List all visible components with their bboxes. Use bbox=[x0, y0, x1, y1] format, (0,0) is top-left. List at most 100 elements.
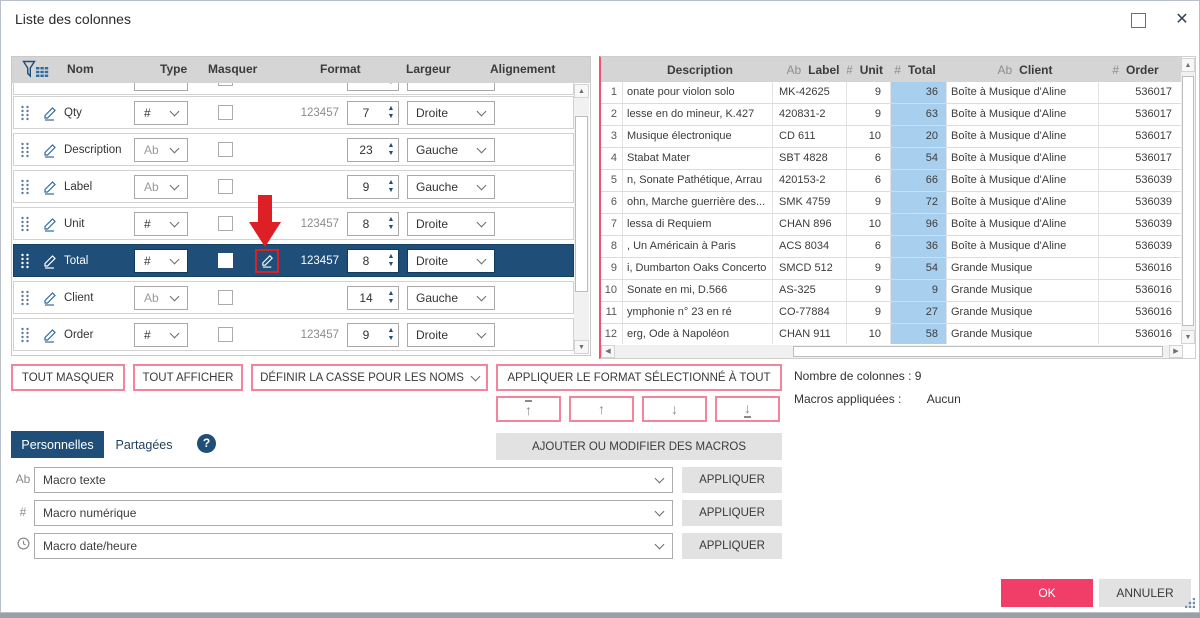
column-row[interactable]: Unit # 123457 8 ▲ ▼ Droite bbox=[13, 207, 574, 240]
spinner-down-icon[interactable]: ▼ bbox=[388, 187, 395, 195]
grid-row[interactable]: 2 lesse en do mineur, K.427 420831-2 9 63 Bo… bbox=[601, 104, 1182, 126]
type-select[interactable]: # bbox=[134, 248, 188, 273]
spinner-up-icon[interactable]: ▲ bbox=[388, 179, 395, 187]
scroll-up-icon[interactable]: ▲ bbox=[574, 84, 589, 98]
spinner-up-icon[interactable]: ▲ bbox=[388, 253, 395, 261]
show-all-button[interactable]: TOUT AFFICHER bbox=[133, 364, 243, 391]
tab-personnelles[interactable]: Personnelles bbox=[11, 431, 104, 458]
alignment-select[interactable]: Droite bbox=[407, 100, 495, 125]
move-up-button[interactable]: ↑ bbox=[569, 396, 634, 422]
alignment-select[interactable]: Droite bbox=[407, 211, 495, 236]
grid-row[interactable]: 9 i, Dumbarton Oaks Concerto SMCD 512 9 54 G… bbox=[601, 258, 1182, 280]
grid-row[interactable]: 11 ymphonie n° 23 en ré CO-77884 9 27 Grande… bbox=[601, 302, 1182, 324]
scroll-down-icon[interactable]: ▼ bbox=[574, 340, 589, 354]
edit-name-icon[interactable] bbox=[42, 327, 58, 343]
alignment-select[interactable]: Gauche bbox=[407, 174, 495, 199]
move-down-button[interactable]: ↓ bbox=[642, 396, 707, 422]
drag-handle-icon[interactable] bbox=[20, 179, 32, 195]
ok-button[interactable]: OK bbox=[1001, 579, 1093, 607]
type-select[interactable]: # bbox=[134, 322, 188, 347]
edit-name-icon[interactable] bbox=[42, 290, 58, 306]
width-stepper[interactable]: 23 ▲ ▼ bbox=[347, 137, 399, 162]
spinner-down-icon[interactable]: ▼ bbox=[388, 224, 395, 232]
scroll-down-icon[interactable]: ▼ bbox=[1181, 330, 1195, 344]
spinner-down-icon[interactable]: ▼ bbox=[388, 150, 395, 158]
add-or-edit-macros-button[interactable]: AJOUTER OU MODIFIER DES MACROS bbox=[496, 433, 782, 460]
masquer-checkbox[interactable] bbox=[218, 290, 233, 305]
spinner-up-icon[interactable]: ▲ bbox=[388, 216, 395, 224]
spinner-down-icon[interactable]: ▼ bbox=[388, 335, 395, 343]
alignment-select[interactable]: Droite bbox=[407, 248, 495, 273]
spinner-down-icon[interactable]: ▼ bbox=[388, 298, 395, 306]
cancel-button[interactable]: ANNULER bbox=[1099, 579, 1191, 607]
grid-hscrollbar[interactable]: ◀ ▶ bbox=[601, 345, 1183, 358]
width-stepper[interactable]: 9 ▲ ▼ bbox=[347, 322, 399, 347]
type-select[interactable]: Ab bbox=[134, 174, 188, 199]
grid-row[interactable]: 4 Stabat Mater SBT 4828 6 54 Boîte à Musique… bbox=[601, 148, 1182, 170]
drag-handle-icon[interactable] bbox=[20, 290, 32, 306]
width-stepper[interactable]: 14 ▲ ▼ bbox=[347, 285, 399, 310]
resize-grip[interactable] bbox=[1185, 598, 1195, 608]
grid-row[interactable]: 5 n, Sonate Pathétique, Arrau 420153-2 6 66… bbox=[601, 170, 1182, 192]
filter-columns-icon[interactable] bbox=[22, 60, 50, 85]
spinner-up-icon[interactable]: ▲ bbox=[388, 327, 395, 335]
grid-vscrollbar[interactable]: ▲ ▼ bbox=[1181, 58, 1195, 344]
drag-handle-icon[interactable] bbox=[20, 142, 32, 158]
masquer-checkbox[interactable] bbox=[218, 105, 233, 120]
set-case-dropdown-button[interactable]: DÉFINIR LA CASSE POUR LES NOMS bbox=[251, 364, 488, 391]
hide-all-button[interactable]: TOUT MASQUER bbox=[11, 364, 125, 391]
drag-handle-icon[interactable] bbox=[20, 105, 32, 121]
width-stepper[interactable]: 9 ▲ ▼ bbox=[347, 174, 399, 199]
type-select[interactable]: # bbox=[134, 100, 188, 125]
tab-partagees[interactable]: Partagées bbox=[104, 431, 184, 458]
annotated-edit-icon[interactable] bbox=[255, 248, 279, 273]
apply-numeric-macro-button[interactable]: APPLIQUER bbox=[682, 500, 782, 526]
macro-numerique-select[interactable]: Macro numérique bbox=[34, 500, 673, 526]
scrollbar-thumb[interactable] bbox=[793, 346, 1163, 357]
alignment-select[interactable]: Droite bbox=[407, 322, 495, 347]
macro-dateheure-select[interactable]: Macro date/heure bbox=[34, 533, 673, 559]
edit-name-icon[interactable] bbox=[42, 253, 58, 269]
type-select[interactable]: Ab bbox=[134, 137, 188, 162]
width-stepper[interactable]: 7 ▲ ▼ bbox=[347, 100, 399, 125]
edit-name-icon[interactable] bbox=[42, 142, 58, 158]
edit-name-icon[interactable] bbox=[42, 179, 58, 195]
move-to-bottom-button[interactable]: ↓ bbox=[715, 396, 780, 422]
masquer-checkbox[interactable] bbox=[218, 327, 233, 342]
column-row[interactable]: Qty # 123457 7 ▲ ▼ Droite bbox=[13, 96, 574, 129]
grid-row[interactable]: 10 Sonate en mi, D.566 AS-325 9 9 Grande Mus… bbox=[601, 280, 1182, 302]
grid-row[interactable]: 7 lessa di Requiem CHAN 896 10 96 Boîte à Mu… bbox=[601, 214, 1182, 236]
help-icon[interactable]: ? bbox=[197, 434, 216, 453]
type-select[interactable]: # bbox=[134, 211, 188, 236]
spinner-down-icon[interactable]: ▼ bbox=[388, 113, 395, 121]
spinner-down-icon[interactable]: ▼ bbox=[388, 261, 395, 269]
spinner-up-icon[interactable]: ▲ bbox=[388, 142, 395, 150]
close-icon[interactable]: ✕ bbox=[1173, 12, 1191, 28]
scroll-right-icon[interactable]: ▶ bbox=[1169, 345, 1183, 358]
masquer-checkbox[interactable] bbox=[218, 253, 233, 268]
drag-handle-icon[interactable] bbox=[20, 327, 32, 343]
column-row[interactable]: Label Ab 9 ▲ ▼ Gauche bbox=[13, 170, 574, 203]
apply-text-macro-button[interactable]: APPLIQUER bbox=[682, 467, 782, 493]
column-row[interactable]: Order # 123457 9 ▲ ▼ Droite bbox=[13, 318, 574, 351]
edit-name-icon[interactable] bbox=[42, 105, 58, 121]
spinner-up-icon[interactable]: ▲ bbox=[388, 105, 395, 113]
grid-row[interactable]: 1 onate pour violon solo MK-42625 9 36 Boîte… bbox=[601, 82, 1182, 104]
type-select[interactable]: Ab bbox=[134, 285, 188, 310]
maximize-icon[interactable] bbox=[1131, 13, 1146, 28]
width-stepper[interactable]: 8 ▲ ▼ bbox=[347, 211, 399, 236]
grid-row[interactable]: 3 Musique électronique CD 611 10 20 Boîte à … bbox=[601, 126, 1182, 148]
edit-name-icon[interactable] bbox=[42, 216, 58, 232]
width-stepper[interactable]: 8 ▲ ▼ bbox=[347, 248, 399, 273]
spinner-up-icon[interactable]: ▲ bbox=[388, 290, 395, 298]
column-row[interactable]: Client Ab 14 ▲ ▼ Gauche bbox=[13, 281, 574, 314]
scroll-left-icon[interactable]: ◀ bbox=[601, 345, 615, 358]
alignment-select[interactable]: Gauche bbox=[407, 285, 495, 310]
masquer-checkbox[interactable] bbox=[218, 142, 233, 157]
masquer-checkbox[interactable] bbox=[218, 216, 233, 231]
column-row[interactable]: Description Ab 23 ▲ ▼ Gauche bbox=[13, 133, 574, 166]
move-to-top-button[interactable]: ↑ bbox=[496, 396, 561, 422]
column-row[interactable]: Total # 123457 8 ▲ ▼ Droite bbox=[13, 244, 574, 277]
grid-row[interactable]: 6 ohn, Marche guerrière des... SMK 4759 97… bbox=[601, 192, 1182, 214]
apply-datetime-macro-button[interactable]: APPLIQUER bbox=[682, 533, 782, 559]
